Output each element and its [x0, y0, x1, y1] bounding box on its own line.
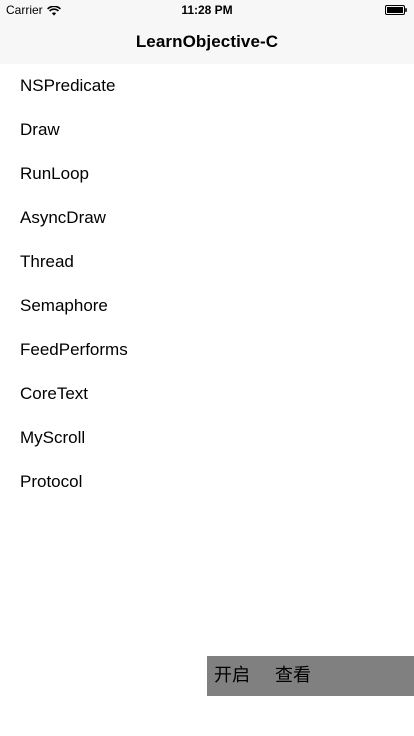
list-item-coretext[interactable]: CoreText: [0, 372, 414, 416]
status-bar: Carrier 11:28 PM: [0, 0, 414, 20]
list-item-protocol[interactable]: Protocol: [0, 460, 414, 504]
list-item-draw[interactable]: Draw: [0, 108, 414, 152]
navigation-bar: LearnObjective-C: [0, 20, 414, 64]
page-title: LearnObjective-C: [135, 32, 279, 51]
battery-icon: [385, 5, 407, 15]
view-button[interactable]: 查看: [275, 656, 311, 696]
list-item-myscroll[interactable]: MyScroll: [0, 416, 414, 460]
open-button[interactable]: 开启: [214, 656, 250, 696]
list-item-runloop[interactable]: RunLoop: [0, 152, 414, 196]
list-item-thread[interactable]: Thread: [0, 240, 414, 284]
list-item-nspredicate[interactable]: NSPredicate: [0, 64, 414, 108]
menu-list: NSPredicate Draw RunLoop AsyncDraw Threa…: [0, 64, 414, 504]
list-item-semaphore[interactable]: Semaphore: [0, 284, 414, 328]
floating-action-bar: 开启 查看: [207, 656, 414, 696]
list-item-feedperforms[interactable]: FeedPerforms: [0, 328, 414, 372]
list-item-asyncdraw[interactable]: AsyncDraw: [0, 196, 414, 240]
status-time: 11:28 PM: [181, 3, 233, 17]
